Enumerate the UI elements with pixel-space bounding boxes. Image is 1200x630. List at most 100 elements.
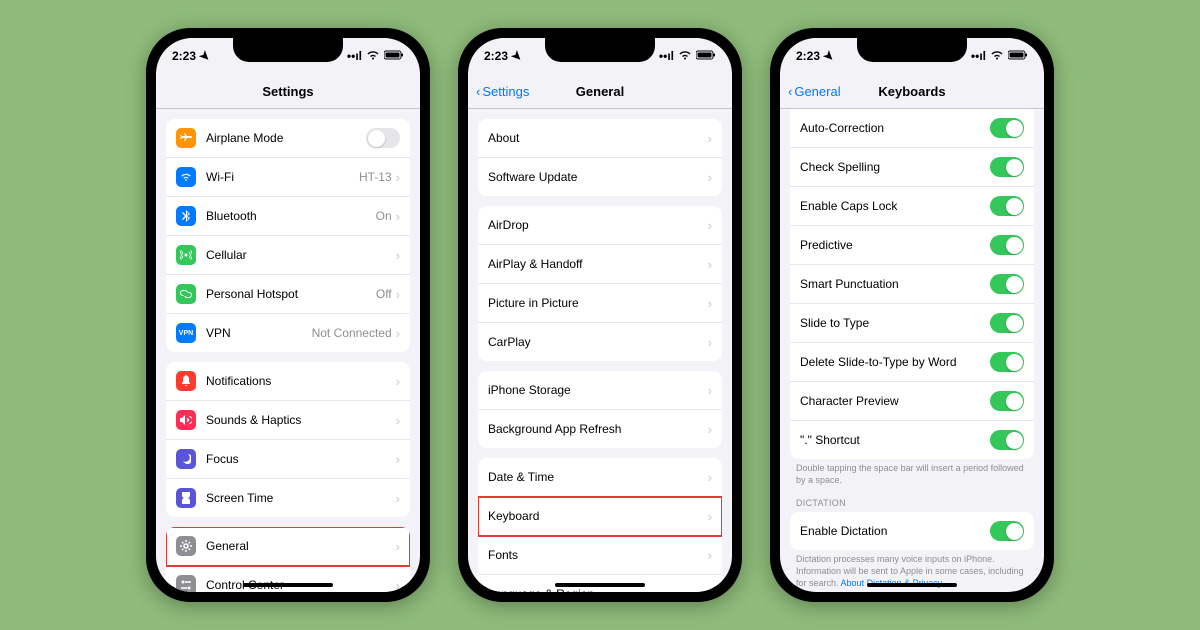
cell-about[interactable]: About› bbox=[478, 119, 722, 158]
keyboards-list[interactable]: Auto-Correction Check Spelling Enable Ca… bbox=[780, 109, 1044, 592]
cell-general[interactable]: General› bbox=[166, 527, 410, 566]
chevron-icon: › bbox=[708, 257, 712, 272]
cell-wifi[interactable]: Wi-FiHT-13› bbox=[166, 158, 410, 197]
cell-label: Software Update bbox=[488, 170, 708, 184]
airplane-toggle[interactable] bbox=[366, 128, 400, 148]
toggle[interactable] bbox=[990, 274, 1024, 294]
battery-icon bbox=[384, 49, 404, 63]
toggle[interactable] bbox=[990, 118, 1024, 138]
cell-label: Smart Punctuation bbox=[800, 277, 990, 291]
cell-auto-correction[interactable]: Auto-Correction bbox=[790, 109, 1034, 148]
cell-personal-hotspot[interactable]: Personal HotspotOff› bbox=[166, 275, 410, 314]
cell-airdrop[interactable]: AirDrop› bbox=[478, 206, 722, 245]
status-indicators: ••ıl bbox=[971, 49, 1028, 63]
status-indicators: ••ıl bbox=[659, 49, 716, 63]
cell-enable-caps-lock[interactable]: Enable Caps Lock bbox=[790, 187, 1034, 226]
cell-smart-punctuation[interactable]: Smart Punctuation bbox=[790, 265, 1034, 304]
cell-cellular[interactable]: Cellular› bbox=[166, 236, 410, 275]
cell-date-time[interactable]: Date & Time› bbox=[478, 458, 722, 497]
nav-title: Keyboards bbox=[878, 84, 945, 99]
cell-period-shortcut[interactable]: "." Shortcut bbox=[790, 421, 1034, 459]
chevron-icon: › bbox=[708, 296, 712, 311]
nav-back-button[interactable]: ‹Settings bbox=[476, 84, 529, 99]
toggle[interactable] bbox=[990, 352, 1024, 372]
cell-slide-to-type[interactable]: Slide to Type bbox=[790, 304, 1034, 343]
cell-airplane-mode[interactable]: Airplane Mode bbox=[166, 119, 410, 158]
toggle[interactable] bbox=[990, 521, 1024, 541]
cell-screen-time[interactable]: Screen Time› bbox=[166, 479, 410, 517]
cell-label: Picture in Picture bbox=[488, 296, 708, 310]
cell-label: Screen Time bbox=[206, 491, 396, 505]
cell-label: Check Spelling bbox=[800, 160, 990, 174]
settings-list[interactable]: Airplane Mode Wi-FiHT-13› BluetoothOn› C… bbox=[156, 109, 420, 592]
chevron-icon: › bbox=[396, 209, 400, 224]
notch bbox=[233, 38, 343, 62]
toggle[interactable] bbox=[990, 313, 1024, 333]
airplane-icon bbox=[176, 128, 196, 148]
toggle[interactable] bbox=[990, 157, 1024, 177]
nav-back-button[interactable]: ‹General bbox=[788, 84, 841, 99]
cell-software-update[interactable]: Software Update› bbox=[478, 158, 722, 196]
toggle[interactable] bbox=[990, 430, 1024, 450]
cell-label: Fonts bbox=[488, 548, 708, 562]
chevron-icon: › bbox=[708, 509, 712, 524]
cell-label: Enable Caps Lock bbox=[800, 199, 990, 213]
toggle[interactable] bbox=[990, 391, 1024, 411]
toggle[interactable] bbox=[990, 235, 1024, 255]
chevron-icon: › bbox=[708, 470, 712, 485]
chevron-icon: › bbox=[396, 170, 400, 185]
cell-enable-dictation[interactable]: Enable Dictation bbox=[790, 512, 1034, 550]
cell-predictive[interactable]: Predictive bbox=[790, 226, 1034, 265]
back-chevron-icon: ‹ bbox=[476, 84, 480, 99]
status-time: 2:23 bbox=[796, 49, 820, 63]
cell-vpn[interactable]: VPNVPNNot Connected› bbox=[166, 314, 410, 352]
cell-label: Sounds & Haptics bbox=[206, 413, 396, 427]
chevron-icon: › bbox=[396, 452, 400, 467]
cell-label: CarPlay bbox=[488, 335, 708, 349]
cellular-icon bbox=[176, 245, 196, 265]
status-time: 2:23 bbox=[172, 49, 196, 63]
cell-bluetooth[interactable]: BluetoothOn› bbox=[166, 197, 410, 236]
chevron-icon: › bbox=[396, 248, 400, 263]
cell-control-center[interactable]: Control Center› bbox=[166, 566, 410, 592]
screen: 2:23➤ ••ıl Settings Airplane Mode Wi-FiH… bbox=[156, 38, 420, 592]
location-arrow-icon: ➤ bbox=[509, 47, 526, 64]
cell-background-app-refresh[interactable]: Background App Refresh› bbox=[478, 410, 722, 448]
cell-label: Language & Region bbox=[488, 587, 708, 592]
cell-check-spelling[interactable]: Check Spelling bbox=[790, 148, 1034, 187]
toggle[interactable] bbox=[990, 196, 1024, 216]
battery-icon bbox=[1008, 49, 1028, 63]
cell-label: VPN bbox=[206, 326, 312, 340]
focus-icon bbox=[176, 449, 196, 469]
cell-fonts[interactable]: Fonts› bbox=[478, 536, 722, 575]
cell-iphone-storage[interactable]: iPhone Storage› bbox=[478, 371, 722, 410]
cell-value: Off bbox=[376, 287, 392, 301]
cell-character-preview[interactable]: Character Preview bbox=[790, 382, 1034, 421]
general-list[interactable]: About› Software Update› AirDrop› AirPlay… bbox=[468, 109, 732, 592]
cell-notifications[interactable]: Notifications› bbox=[166, 362, 410, 401]
cell-airplay-handoff[interactable]: AirPlay & Handoff› bbox=[478, 245, 722, 284]
chevron-icon: › bbox=[396, 539, 400, 554]
cell-picture-in-picture[interactable]: Picture in Picture› bbox=[478, 284, 722, 323]
cell-label: Keyboard bbox=[488, 509, 708, 523]
nav-bar: ‹General Keyboards bbox=[780, 74, 1044, 109]
cell-carplay[interactable]: CarPlay› bbox=[478, 323, 722, 361]
home-indicator[interactable] bbox=[243, 583, 333, 587]
chevron-icon: › bbox=[708, 335, 712, 350]
battery-icon bbox=[696, 49, 716, 63]
cell-label: Notifications bbox=[206, 374, 396, 388]
nav-bar: ‹Settings General bbox=[468, 74, 732, 109]
control-center-icon bbox=[176, 575, 196, 592]
cell-focus[interactable]: Focus› bbox=[166, 440, 410, 479]
nav-bar: Settings bbox=[156, 74, 420, 109]
wifi-icon bbox=[678, 49, 692, 63]
cell-sounds[interactable]: Sounds & Haptics› bbox=[166, 401, 410, 440]
cell-label: Cellular bbox=[206, 248, 396, 262]
home-indicator[interactable] bbox=[555, 583, 645, 587]
cell-label: Delete Slide-to-Type by Word bbox=[800, 355, 990, 369]
phone-keyboards: 2:23➤ ••ıl ‹General Keyboards Auto-Corre… bbox=[770, 28, 1054, 602]
cell-keyboard[interactable]: Keyboard› bbox=[478, 497, 722, 536]
back-chevron-icon: ‹ bbox=[788, 84, 792, 99]
cell-delete-slide-to-type[interactable]: Delete Slide-to-Type by Word bbox=[790, 343, 1034, 382]
home-indicator[interactable] bbox=[867, 583, 957, 587]
